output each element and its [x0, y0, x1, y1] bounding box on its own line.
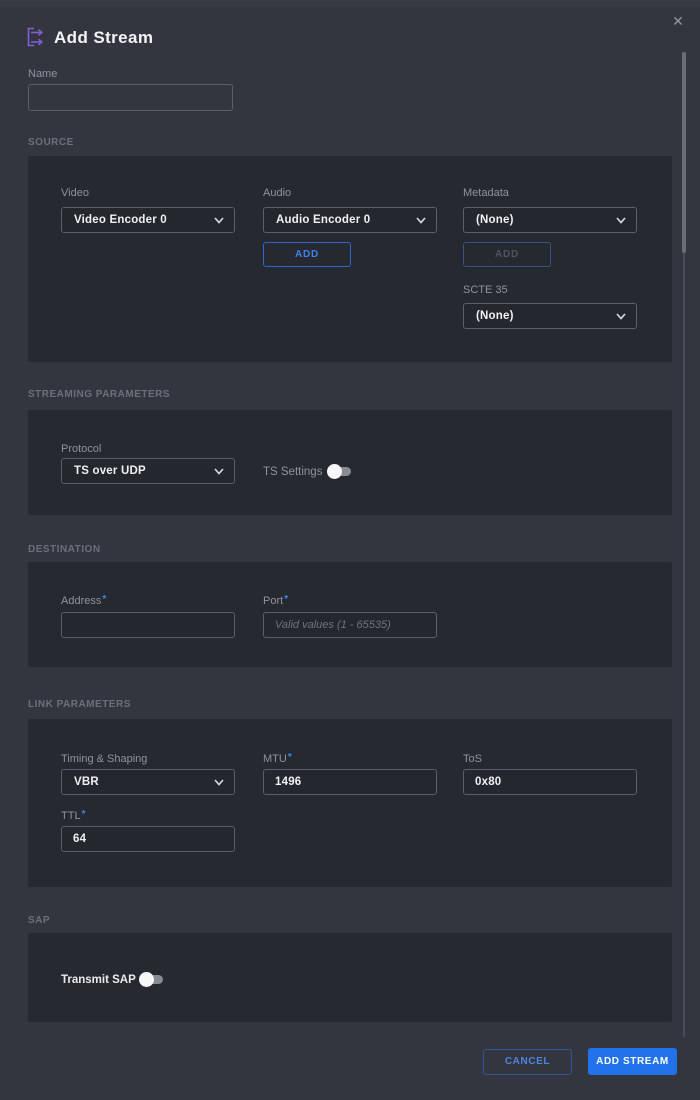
destination-panel: Address* Port* [28, 562, 672, 667]
streaming-panel: Protocol TS over UDP TS Settings [28, 410, 672, 515]
scte35-select[interactable]: (None) [463, 303, 637, 329]
chevron-down-icon [214, 217, 224, 224]
tos-input[interactable] [463, 769, 637, 795]
streaming-heading: STREAMING PARAMETERS [28, 389, 170, 400]
mtu-label: MTU* [263, 753, 292, 765]
add-stream-button[interactable]: ADD STREAM [588, 1048, 677, 1075]
dialog-top-edge [0, 0, 700, 7]
close-icon[interactable]: ✕ [670, 13, 686, 29]
link-panel: Timing & Shaping VBR MTU* ToS TTL* [28, 719, 672, 887]
timing-select-value: VBR [74, 776, 99, 788]
transmit-sap-label: Transmit SAP [61, 974, 136, 986]
chevron-down-icon [616, 217, 626, 224]
metadata-label: Metadata [463, 187, 509, 199]
timing-label: Timing & Shaping [61, 753, 147, 765]
sap-panel: Transmit SAP [28, 933, 672, 1022]
video-select[interactable]: Video Encoder 0 [61, 207, 235, 233]
toggle-knob [327, 464, 342, 479]
tos-label: ToS [463, 753, 482, 765]
audio-label: Audio [263, 187, 291, 199]
chevron-down-icon [616, 313, 626, 320]
scte35-label: SCTE 35 [463, 284, 508, 296]
protocol-select[interactable]: TS over UDP [61, 458, 235, 484]
name-label: Name [28, 68, 57, 80]
metadata-select[interactable]: (None) [463, 207, 637, 233]
port-label: Port* [263, 595, 288, 607]
ts-settings-toggle[interactable] [327, 464, 351, 479]
audio-add-button[interactable]: ADD [263, 242, 351, 267]
chevron-down-icon [416, 217, 426, 224]
timing-select[interactable]: VBR [61, 769, 235, 795]
port-input[interactable] [263, 612, 437, 638]
video-select-value: Video Encoder 0 [74, 214, 167, 226]
add-stream-icon [25, 26, 46, 47]
metadata-add-button[interactable]: ADD [463, 242, 551, 267]
protocol-select-value: TS over UDP [74, 465, 146, 477]
protocol-label: Protocol [61, 443, 101, 455]
source-panel: Video Video Encoder 0 Audio Audio Encode… [28, 156, 672, 362]
ttl-input[interactable] [61, 826, 235, 852]
mtu-input[interactable] [263, 769, 437, 795]
scte35-select-value: (None) [476, 310, 514, 322]
sap-heading: SAP [28, 915, 50, 926]
dialog-title: Add Stream [54, 28, 153, 48]
scrollbar-thumb[interactable] [682, 52, 686, 253]
metadata-select-value: (None) [476, 214, 514, 226]
destination-heading: DESTINATION [28, 544, 101, 555]
ts-settings-label: TS Settings [263, 466, 322, 478]
address-input[interactable] [61, 612, 235, 638]
address-label: Address* [61, 595, 106, 607]
source-heading: SOURCE [28, 137, 74, 148]
link-heading: LINK PARAMETERS [28, 699, 131, 710]
chevron-down-icon [214, 779, 224, 786]
cancel-button[interactable]: CANCEL [483, 1049, 572, 1075]
toggle-knob [139, 972, 154, 987]
transmit-sap-toggle[interactable] [139, 972, 163, 987]
name-input[interactable] [28, 84, 233, 111]
audio-select-value: Audio Encoder 0 [276, 214, 370, 226]
audio-select[interactable]: Audio Encoder 0 [263, 207, 437, 233]
chevron-down-icon [214, 468, 224, 475]
video-label: Video [61, 187, 89, 199]
ttl-label: TTL* [61, 810, 85, 822]
